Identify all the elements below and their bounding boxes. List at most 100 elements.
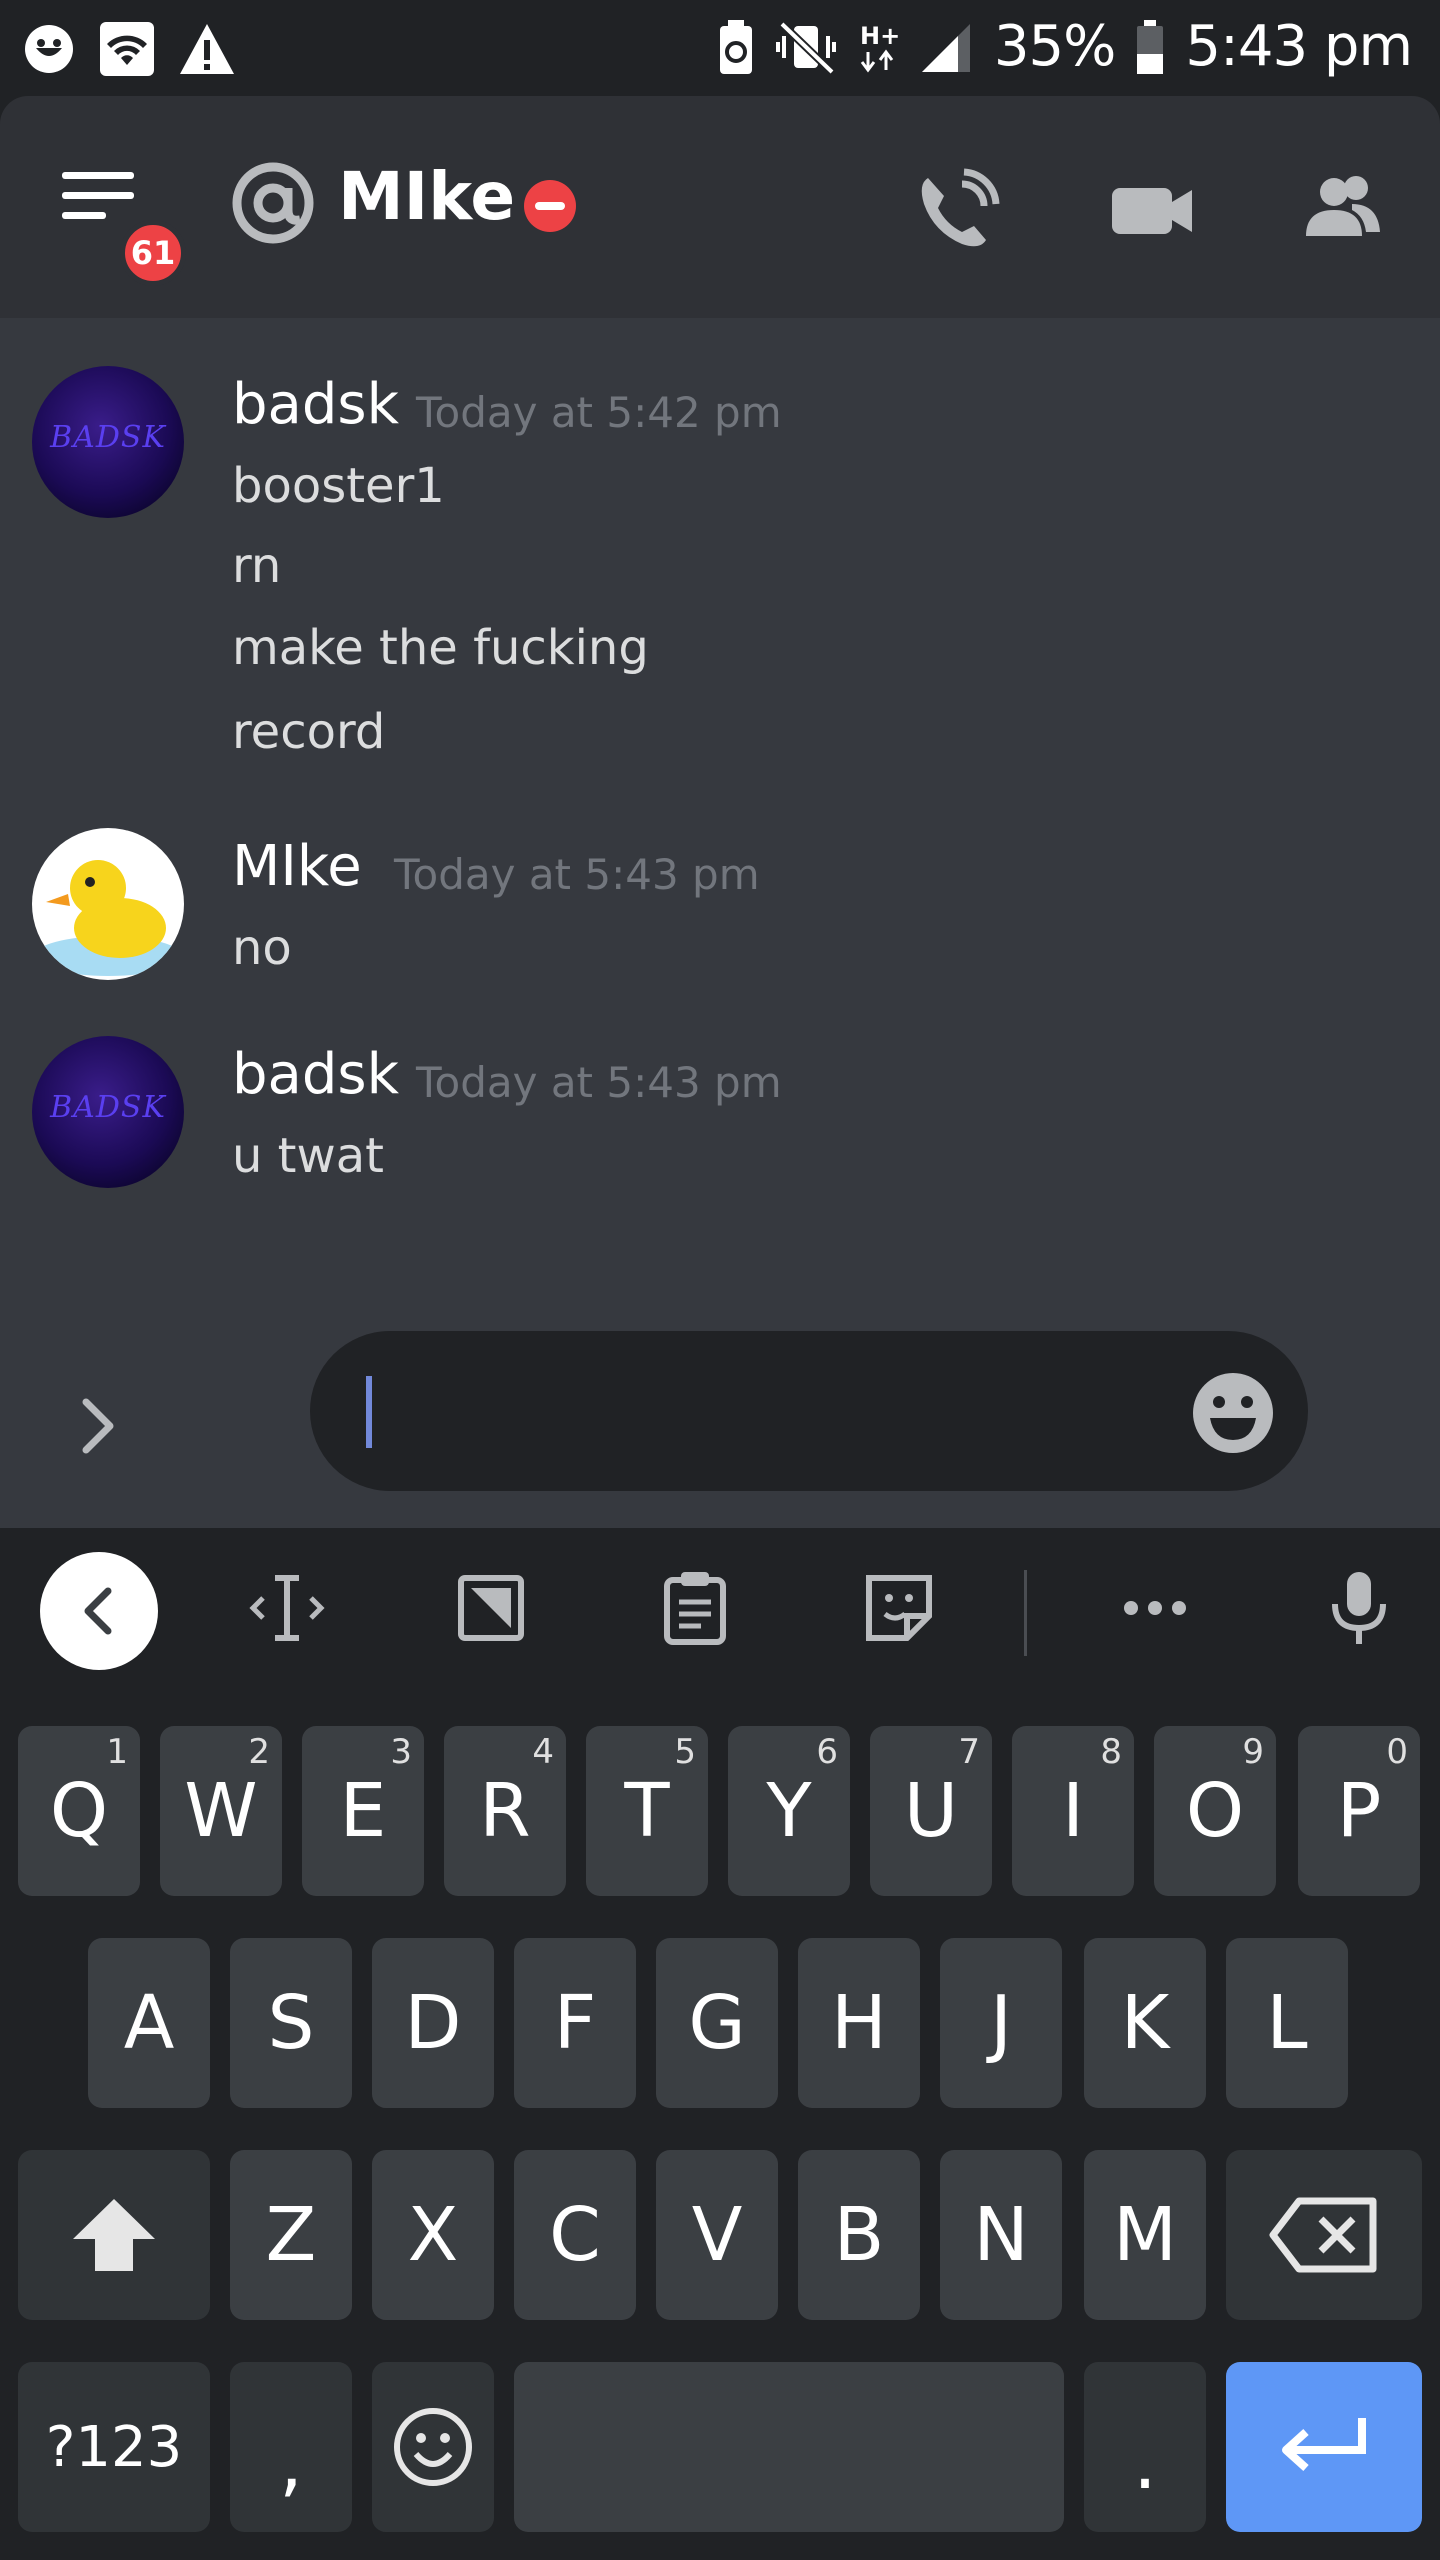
text-caret (366, 1376, 372, 1448)
cursor-control-button[interactable] (232, 1553, 342, 1663)
key-u[interactable]: U7 (870, 1726, 992, 1896)
message-text: booster1 (232, 458, 445, 514)
key-e[interactable]: E3 (302, 1726, 424, 1896)
key-s[interactable]: S (230, 1938, 352, 2108)
message-text: record (232, 704, 386, 760)
message-author[interactable]: MIke (232, 834, 362, 899)
page-title: MIke (338, 158, 516, 235)
voice-call-button[interactable] (908, 162, 1004, 258)
avatar-label: BADSK (50, 1090, 166, 1125)
key-label: U (903, 1768, 959, 1854)
wifi-icon (100, 22, 154, 76)
key-l[interactable]: L (1226, 1938, 1348, 2108)
keyboard-toolbar (0, 1528, 1440, 1698)
key-y[interactable]: Y6 (728, 1726, 850, 1896)
more-dots-icon (1124, 1601, 1186, 1615)
message-author[interactable]: badsk (232, 372, 399, 437)
key-v[interactable]: V (656, 2150, 778, 2320)
period-key[interactable]: . (1084, 2362, 1206, 2532)
key-label: Q (49, 1768, 109, 1854)
expand-button[interactable] (70, 1386, 130, 1466)
video-camera-icon (1112, 188, 1192, 234)
avatar[interactable] (32, 828, 184, 980)
emoji-key[interactable] (372, 2362, 494, 2532)
smiley-icon (394, 2408, 472, 2486)
shift-key[interactable] (18, 2150, 210, 2320)
key-label: T (624, 1768, 670, 1854)
key-n[interactable]: N (940, 2150, 1062, 2320)
key-b[interactable]: B (798, 2150, 920, 2320)
avatar[interactable]: BADSK (32, 366, 184, 518)
key-d[interactable]: D (372, 1938, 494, 2108)
message-timestamp: Today at 5:42 pm (416, 388, 782, 437)
key-p[interactable]: P0 (1298, 1726, 1420, 1896)
network-type-icon: H+ (860, 22, 898, 72)
message-text: u twat (232, 1128, 384, 1184)
key-f[interactable]: F (514, 1938, 636, 2108)
symbols-key[interactable]: ?123 (18, 2362, 210, 2532)
key-q[interactable]: Q1 (18, 1726, 140, 1896)
backspace-key[interactable] (1226, 2150, 1422, 2320)
key-o[interactable]: O9 (1154, 1726, 1276, 1896)
members-icon (1306, 176, 1380, 236)
space-key[interactable] (514, 2362, 1064, 2532)
comma-key[interactable]: , (230, 2362, 352, 2532)
message-text: rn (232, 538, 282, 594)
key-hint: 8 (1100, 1732, 1122, 1772)
microphone-icon (1332, 1572, 1386, 1644)
message-timestamp: Today at 5:43 pm (394, 850, 760, 899)
key-j[interactable]: J (940, 1938, 1062, 2108)
enter-key[interactable] (1226, 2362, 1422, 2532)
key-t[interactable]: T5 (586, 1726, 708, 1896)
key-x[interactable]: X (372, 2150, 494, 2320)
key-label: W (184, 1768, 258, 1854)
avatar-label: BADSK (50, 420, 166, 455)
message-author[interactable]: badsk (232, 1042, 399, 1107)
key-hint: 9 (1242, 1732, 1264, 1772)
key-hint: 7 (958, 1732, 980, 1772)
key-m[interactable]: M (1084, 2150, 1206, 2320)
key-c[interactable]: C (514, 2150, 636, 2320)
clipboard-button[interactable] (640, 1553, 750, 1663)
avatar[interactable]: BADSK (32, 1036, 184, 1188)
key-hint: 4 (532, 1732, 554, 1772)
toolbar-divider (1024, 1570, 1027, 1656)
battery-saver-icon (719, 19, 752, 74)
selection-icon (458, 1575, 524, 1641)
at-sign-icon (232, 162, 314, 244)
clock: 5:43 pm (1185, 14, 1413, 79)
translate-button[interactable] (436, 1553, 546, 1663)
key-label: I (1062, 1768, 1084, 1854)
message-text: no (232, 920, 292, 976)
key-hint: 2 (248, 1732, 270, 1772)
members-button[interactable] (1294, 162, 1390, 258)
key-hint: 0 (1386, 1732, 1408, 1772)
dnd-status-icon (524, 180, 576, 232)
voice-input-button[interactable] (1304, 1553, 1414, 1663)
key-hint: 3 (390, 1732, 412, 1772)
status-bar: H+ 35% 5:43 pm (0, 0, 1440, 96)
message-input[interactable] (310, 1331, 1308, 1491)
key-label: O (1185, 1768, 1245, 1854)
key-k[interactable]: K (1084, 1938, 1206, 2108)
chat-header: 61 MIke (0, 96, 1440, 318)
key-w[interactable]: W2 (160, 1726, 282, 1896)
message-composer (0, 1326, 1440, 1528)
phone-call-icon (921, 168, 1000, 247)
key-i[interactable]: I8 (1012, 1726, 1134, 1896)
video-call-button[interactable] (1104, 162, 1200, 258)
key-label: Y (766, 1768, 812, 1854)
key-g[interactable]: G (656, 1938, 778, 2108)
svg-text:H+: H+ (860, 22, 898, 50)
key-z[interactable]: Z (230, 2150, 352, 2320)
key-hint: 1 (106, 1732, 128, 1772)
sticker-button[interactable] (844, 1553, 954, 1663)
key-r[interactable]: R4 (444, 1726, 566, 1896)
emoji-button[interactable] (1188, 1368, 1278, 1458)
key-h[interactable]: H (798, 1938, 920, 2108)
more-button[interactable] (1100, 1553, 1210, 1663)
toolbar-back-button[interactable] (40, 1552, 158, 1670)
key-a[interactable]: A (88, 1938, 210, 2108)
vibrate-mute-icon (775, 20, 836, 75)
smiley-icon (1193, 1373, 1273, 1453)
